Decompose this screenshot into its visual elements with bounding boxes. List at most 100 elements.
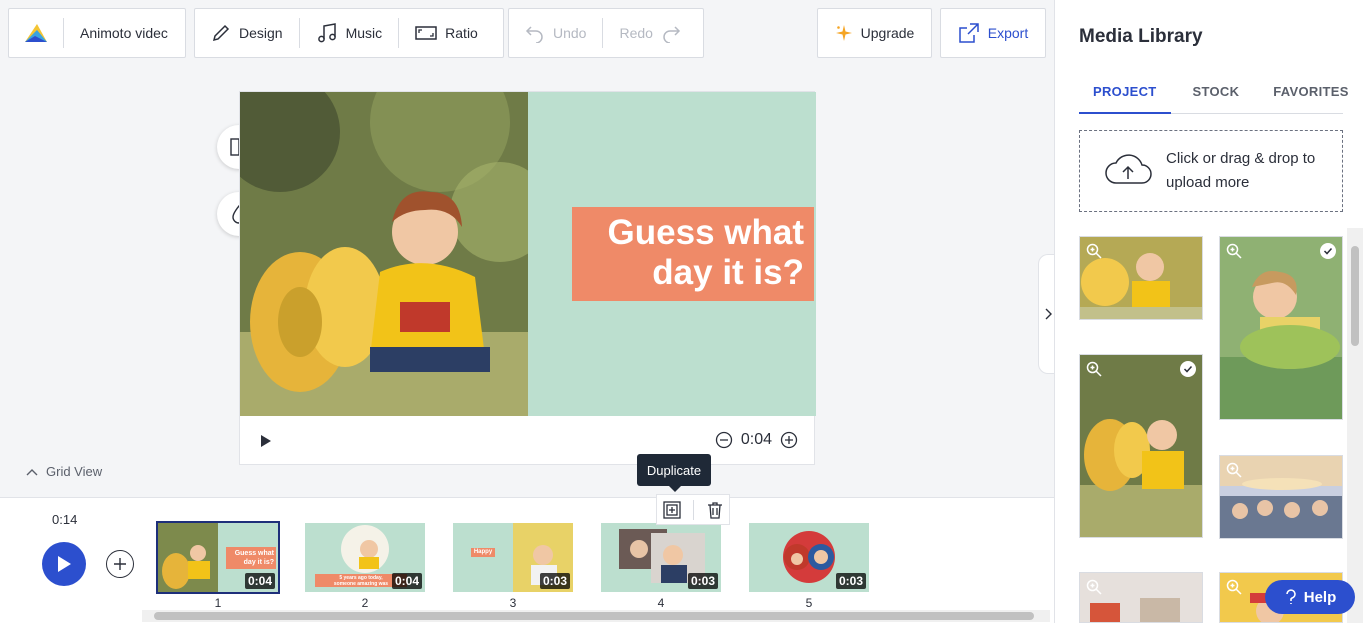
edit-toolbar: Design Music Ratio [194,8,504,58]
help-label: Help [1303,588,1337,606]
media-item[interactable] [1079,572,1203,623]
scene-3-caption: Happy [473,549,493,555]
scene-duration-badge: 0:03 [687,573,718,589]
scene-photo[interactable] [240,92,528,416]
scene-preview: Guess what day it is? 0:04 [239,91,816,466]
export-icon [959,23,979,43]
scene-1-caption: Guess what day it is? [234,550,274,566]
play-button[interactable] [42,542,86,586]
undo-icon [525,26,543,43]
zoom-icon[interactable] [1226,462,1242,478]
upgrade-label: Upgrade [860,25,915,41]
media-item[interactable] [1219,236,1343,420]
project-toolbar: Animoto videc [8,8,186,58]
upgrade-button[interactable]: Upgrade [817,8,932,58]
scene-thumbnail-3[interactable]: Happy 0:03 [453,523,573,592]
scene-thumbnail-2[interactable]: 5 years ago today, someone amazing was 0… [305,523,425,592]
upgrade-button-inner: Upgrade [835,9,915,57]
chevron-right-icon [1045,308,1052,320]
play-icon[interactable] [260,434,272,448]
export-button[interactable]: Export [940,8,1046,58]
export-button-inner: Export [958,9,1028,57]
selected-check[interactable] [1180,361,1196,377]
design-label: Design [239,25,283,41]
checkmark-icon [1183,365,1193,373]
panel-title: Media Library [1079,26,1203,47]
scene-caption[interactable]: Guess what day it is? [572,213,804,293]
scene-number: 2 [361,596,369,610]
ratio-button[interactable]: Ratio [399,9,494,57]
scene-canvas[interactable]: Guess what day it is? [240,92,816,416]
timeline-scrollbar-thumb[interactable] [154,612,1034,620]
upload-text: Click or drag & drop to upload more [1166,150,1316,191]
project-title[interactable]: Animoto videc [64,9,184,57]
undo-button[interactable]: Undo [509,9,602,57]
media-scrollbar[interactable] [1347,228,1363,623]
media-item[interactable] [1079,354,1203,538]
media-item[interactable] [1079,236,1203,320]
media-tabs: PROJECT STOCK FAVORITES [1079,74,1348,114]
timeline-scrollbar[interactable] [142,610,1050,622]
minus-circle-icon[interactable] [715,431,733,449]
trash-icon[interactable] [707,501,723,519]
scene-number: 1 [214,596,222,610]
duplicate-icon[interactable] [663,500,681,519]
media-item[interactable] [1219,455,1343,539]
animoto-logo[interactable] [9,9,63,57]
media-scrollbar-thumb[interactable] [1351,246,1359,346]
help-button[interactable]: Help [1265,580,1355,614]
plus-circle-icon[interactable] [780,431,798,449]
ratio-label: Ratio [445,25,478,41]
music-button[interactable]: Music [300,9,399,57]
scene-duration-badge: 0:04 [391,573,422,589]
scene-thumbnail-4[interactable]: 0:03 [601,523,721,592]
export-label: Export [987,25,1029,41]
scene-duration-badge: 0:03 [539,573,570,589]
media-thumbnail [1080,355,1202,537]
tab-favorites[interactable]: FAVORITES [1259,74,1362,114]
music-label: Music [345,25,383,41]
media-thumbnail [1220,237,1342,419]
scene-thumbnail-1[interactable]: Guess what day it is? 0:04 [156,521,280,594]
tab-project[interactable]: PROJECT [1079,74,1171,114]
total-time: 0:14 [52,512,78,527]
grid-view-toggle[interactable]: Grid View [26,464,102,479]
redo-icon [663,26,680,43]
tab-stock[interactable]: STOCK [1179,74,1254,114]
upload-dropzone[interactable]: Click or drag & drop to upload more [1079,130,1343,212]
zoom-icon[interactable] [1086,243,1102,259]
child-with-balloons-photo [240,92,528,416]
zoom-icon[interactable] [1086,361,1102,377]
chevron-up-icon [26,468,38,475]
preview-controls: 0:04 [240,416,816,466]
checkmark-icon [1323,247,1333,255]
undo-label: Undo [553,25,587,41]
selected-check[interactable] [1320,243,1336,259]
media-library-panel: Media Library PROJECT STOCK FAVORITES Cl… [1054,0,1364,623]
question-icon [1285,589,1296,604]
timeline: 0:14 Guess what day it is? 0:04 1 5 year… [0,497,1054,623]
animoto-logo-icon [25,24,47,42]
caption-box[interactable]: Guess what day it is? [572,207,814,301]
zoom-icon[interactable] [1226,243,1242,259]
redo-button[interactable]: Redo [603,9,696,57]
scene-thumbnail-5[interactable]: 0:03 [749,523,869,592]
add-scene-button[interactable] [106,550,134,578]
zoom-icon[interactable] [1086,579,1102,595]
pencil-icon [212,24,230,42]
plus-icon [114,558,126,570]
design-button[interactable]: Design [195,9,299,57]
duration-control: 0:04 [715,431,798,449]
play-icon [58,556,71,572]
redo-label: Redo [619,25,653,41]
scene-number: 4 [657,596,665,610]
scene-number: 3 [509,596,517,610]
zoom-icon[interactable] [1226,579,1242,595]
actions-divider [693,499,695,520]
scene-duration-badge: 0:03 [835,573,866,589]
scene-number: 5 [805,596,813,610]
music-note-icon [317,23,336,43]
cloud-upload-icon [1105,154,1152,184]
grid-view-label: Grid View [46,464,103,479]
duplicate-tooltip: Duplicate [637,454,711,492]
